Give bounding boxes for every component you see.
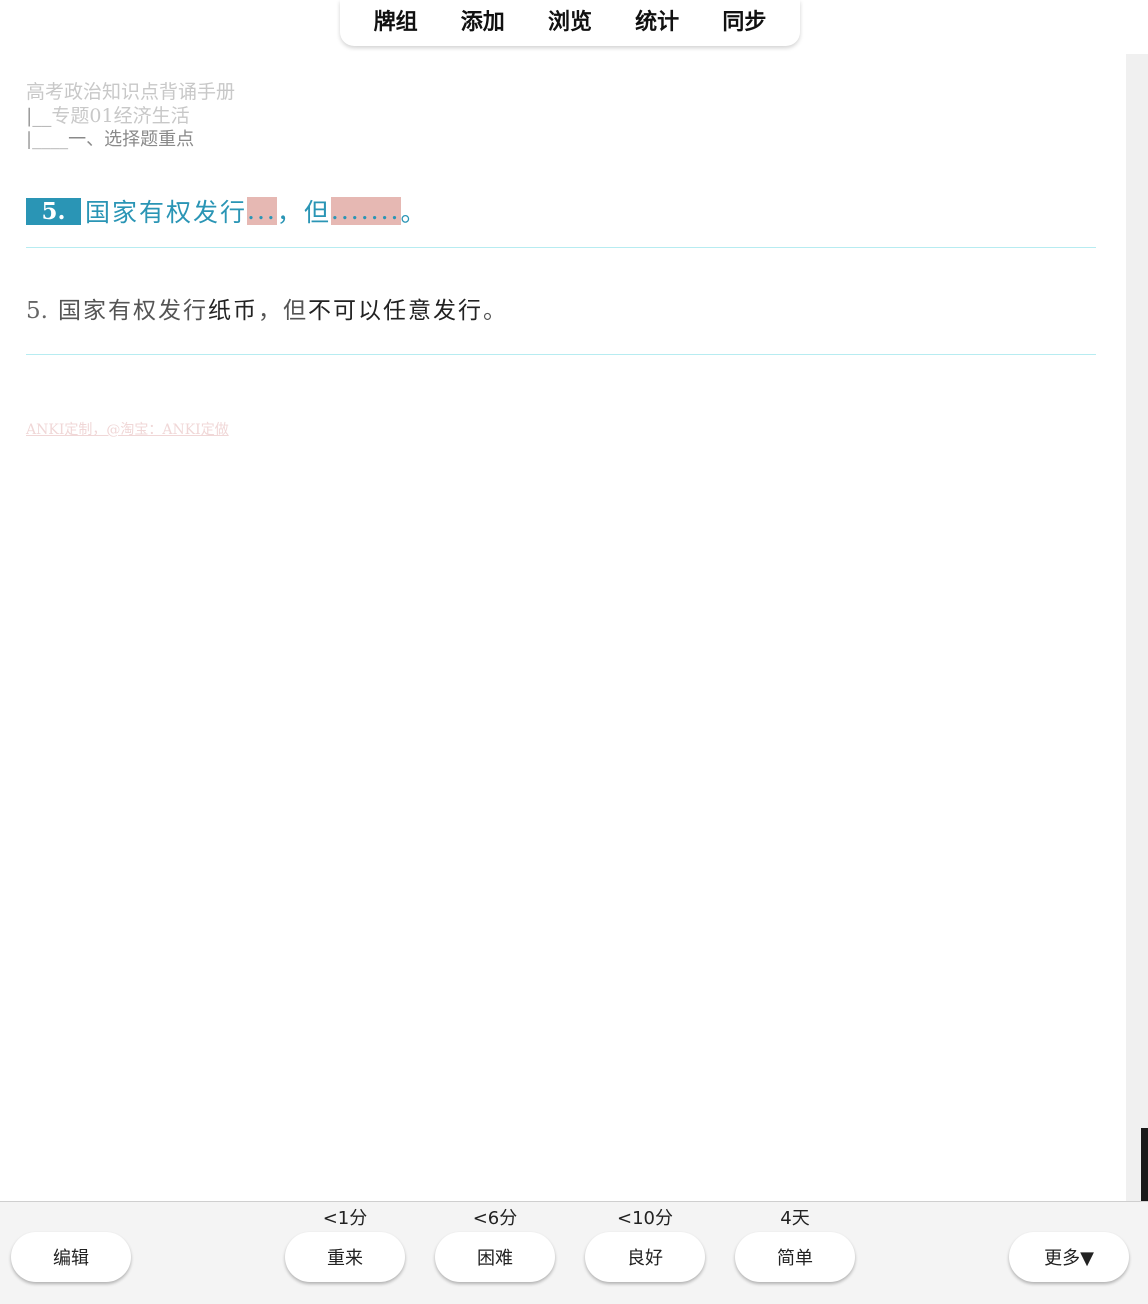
good-button[interactable]: 良好 xyxy=(585,1232,705,1282)
answer-text-before: 国家有权发行 xyxy=(57,298,208,324)
question: 5. 国家有权发行 ... ，但 ....... 。 xyxy=(26,190,1096,232)
nav-stats[interactable]: 统计 xyxy=(629,0,685,46)
divider xyxy=(26,354,1096,355)
question-number: 5. xyxy=(26,197,81,225)
answer-text-middle: ，但 xyxy=(257,298,308,324)
more-button[interactable]: 更多▼ xyxy=(1009,1232,1129,1282)
interval-hard: <6分 xyxy=(472,1208,518,1229)
nav-sync[interactable]: 同步 xyxy=(716,0,772,46)
answer-fill-2: 不可以任意发行 xyxy=(307,298,483,324)
divider xyxy=(26,247,1096,248)
breadcrumb-level2-label: 专题01经济生活 xyxy=(51,105,190,127)
question-text-end: 。 xyxy=(400,198,428,227)
breadcrumb: 高考政治知识点背诵手册 |__专题01经济生活 |____一、选择题重点 xyxy=(26,80,1096,152)
interval-good: <10分 xyxy=(617,1208,673,1229)
top-nav: 牌组 添加 浏览 统计 同步 xyxy=(340,0,800,46)
interval-again: <1分 xyxy=(322,1208,368,1229)
question-text-before: 国家有权发行 xyxy=(85,198,248,227)
edit-button[interactable]: 编辑 xyxy=(11,1232,131,1282)
tree-prefix: |__ xyxy=(26,105,52,127)
nav-add[interactable]: 添加 xyxy=(455,0,511,46)
cloze-blank-1: ... xyxy=(247,196,277,225)
nav-decks[interactable]: 牌组 xyxy=(368,0,424,46)
again-button[interactable]: 重来 xyxy=(285,1232,405,1282)
card-content: 高考政治知识点背诵手册 |__专题01经济生活 |____一、选择题重点 5. … xyxy=(26,80,1096,439)
tree-prefix: |____ xyxy=(26,129,69,150)
breadcrumb-level3-label: 一、选择题重点 xyxy=(68,129,195,150)
answer-number: 5. xyxy=(26,298,48,324)
answer: 5. 国家有权发行纸币，但不可以任意发行。 xyxy=(26,296,1096,326)
easy-button[interactable]: 简单 xyxy=(735,1232,855,1282)
hard-button[interactable]: 困难 xyxy=(435,1232,555,1282)
answer-fill-1: 纸币 xyxy=(207,298,258,324)
breadcrumb-level2: |__专题01经济生活 xyxy=(26,104,1096,128)
cloze-blank-2: ....... xyxy=(330,196,401,225)
bottom-bar xyxy=(0,1201,1148,1304)
question-text-middle: ，但 xyxy=(276,198,331,227)
answer-text-end: 。 xyxy=(482,298,508,324)
interval-easy: 4天 xyxy=(780,1208,810,1229)
scrollbar-track[interactable] xyxy=(1126,54,1148,1204)
nav-browse[interactable]: 浏览 xyxy=(542,0,598,46)
footer-credit-link[interactable]: ANKI定制，@淘宝：ANKI定做 xyxy=(26,419,1096,439)
breadcrumb-level3: |____一、选择题重点 xyxy=(26,128,1096,152)
breadcrumb-level1: 高考政治知识点背诵手册 xyxy=(26,81,236,103)
